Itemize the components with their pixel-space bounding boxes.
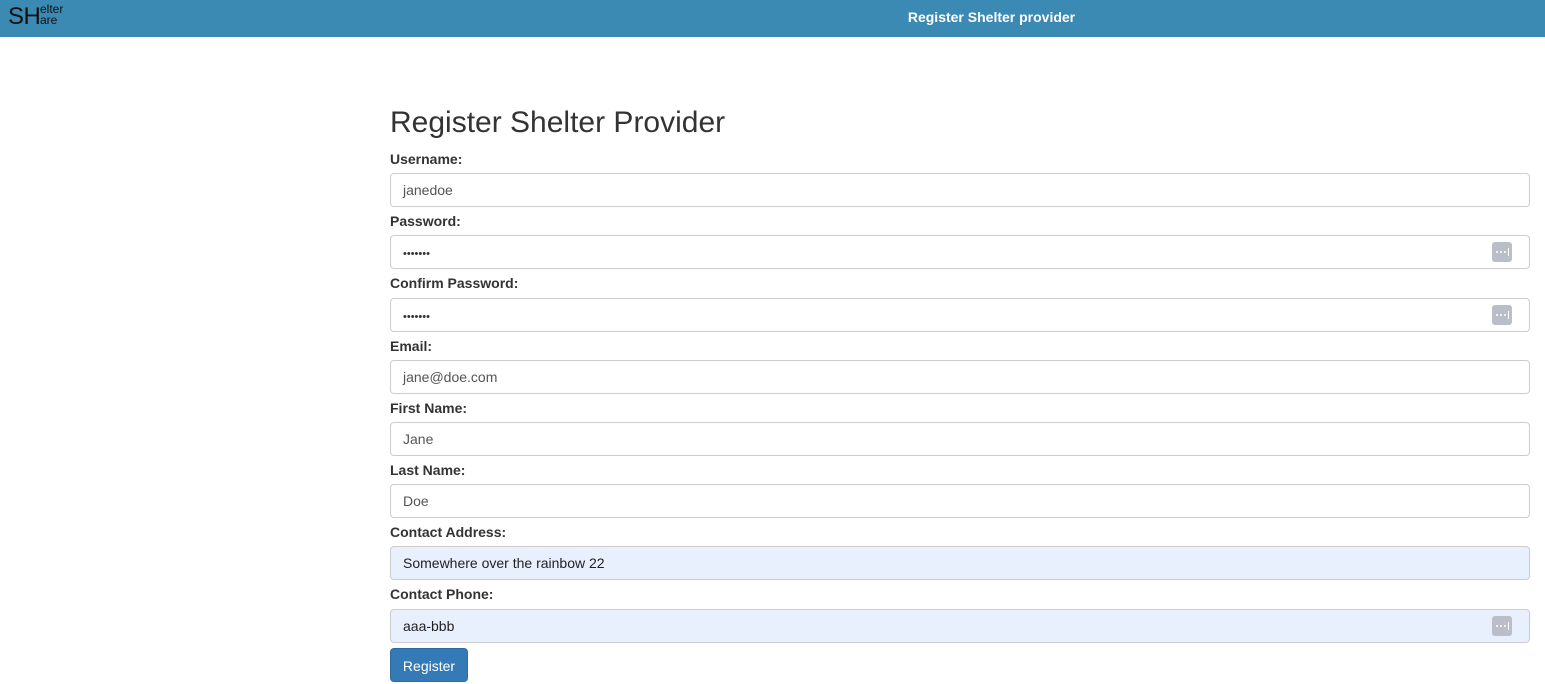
- confirm-password-input[interactable]: •••••••: [390, 298, 1530, 332]
- last-name-input[interactable]: Doe: [390, 484, 1530, 518]
- email-value: jane@doe.com: [403, 369, 498, 385]
- last-name-value: Doe: [403, 493, 429, 509]
- last-name-label: Last Name:: [390, 462, 466, 478]
- top-navbar: SH elter are Register Shelter provider: [0, 0, 1545, 37]
- page-title: Register Shelter Provider: [390, 106, 726, 139]
- password-label: Password:: [390, 213, 461, 229]
- username-label: Username:: [390, 151, 463, 167]
- first-name-label: First Name:: [390, 400, 468, 416]
- header-title: Register Shelter provider: [907, 9, 1076, 25]
- password-value: •••••••: [403, 248, 430, 260]
- email-input[interactable]: jane@doe.com: [390, 360, 1530, 394]
- contact-phone-label: Contact Phone:: [390, 586, 494, 602]
- contact-address-input[interactable]: Somewhere over the rainbow 22: [390, 546, 1530, 580]
- confirm-password-value: •••••••: [403, 311, 430, 323]
- contact-address-label: Contact Address:: [390, 524, 507, 540]
- password-input[interactable]: •••••••: [390, 235, 1530, 269]
- password-manager-key-icon[interactable]: [1492, 616, 1512, 636]
- contact-phone-value: aaa-bbb: [403, 618, 455, 634]
- password-manager-key-icon[interactable]: [1492, 305, 1512, 325]
- username-value: janedoe: [403, 182, 453, 198]
- first-name-value: Jane: [403, 431, 434, 447]
- password-manager-key-icon[interactable]: [1492, 242, 1512, 262]
- contact-phone-input[interactable]: aaa-bbb: [390, 609, 1530, 643]
- contact-address-value: Somewhere over the rainbow 22: [403, 555, 605, 571]
- email-label: Email:: [390, 338, 433, 354]
- first-name-input[interactable]: Jane: [390, 422, 1530, 456]
- confirm-password-label: Confirm Password:: [390, 275, 519, 291]
- username-input[interactable]: janedoe: [390, 173, 1530, 207]
- register-button[interactable]: Register: [390, 648, 468, 682]
